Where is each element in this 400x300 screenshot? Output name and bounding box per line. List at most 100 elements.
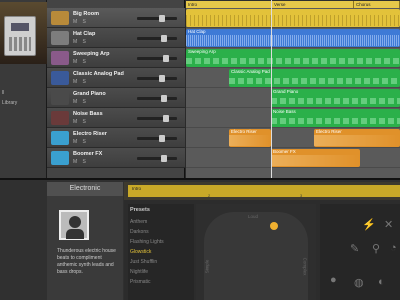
drum-machine-icon (4, 16, 36, 56)
track-header[interactable]: Hat Clap M S (47, 28, 185, 48)
volume-knob[interactable] (161, 155, 167, 162)
track-instrument-icon (51, 131, 69, 145)
lane-hat-clap: Hat Clap (186, 28, 400, 48)
mute-solo-buttons[interactable]: M S (73, 19, 88, 25)
arrangement-verse[interactable]: Verse (272, 1, 354, 8)
tambourine-icon[interactable]: ◔ (390, 242, 397, 254)
mute-solo-buttons[interactable]: M S (73, 119, 88, 125)
volume-slider[interactable] (137, 115, 177, 122)
presets-list: Presets Anthem Darkons Flashing Lights Glow… (128, 204, 194, 300)
track-instrument-icon (51, 71, 69, 85)
volume-knob[interactable] (161, 35, 167, 42)
arrangement-chorus[interactable]: Chorus (354, 1, 400, 8)
region-label: Boomer FX (273, 149, 296, 154)
arrangement-intro[interactable]: Intro (186, 1, 272, 8)
track-header[interactable]: Big Room M S (47, 8, 185, 28)
shaker-icon[interactable]: ✎ (350, 242, 359, 255)
volume-knob[interactable] (159, 15, 165, 22)
mute-solo-buttons[interactable]: M S (73, 79, 88, 85)
track-header[interactable]: Grand Piano M S (47, 88, 185, 108)
drummer-library-panel: Electronic Thunderous electric house bea… (47, 182, 123, 300)
preset-item[interactable]: Prismatic (128, 276, 194, 286)
playhead[interactable] (271, 0, 272, 178)
drummer-ruler: Intro 2 3 (124, 182, 400, 200)
track-instrument-icon (51, 31, 69, 45)
volume-slider[interactable] (137, 155, 177, 162)
maracas-icon[interactable]: ⚲ (372, 242, 380, 255)
library-strip: ll Library (0, 0, 47, 178)
drummer-thumbnail[interactable] (0, 2, 47, 64)
region-electro-riser-b[interactable]: Electro Riser (314, 129, 400, 147)
region-noise-bass[interactable]: Noise Bass (271, 109, 400, 127)
preset-item[interactable]: Darkons (128, 226, 194, 236)
track-name: Noise Bass (73, 111, 103, 117)
region-label: Noise Bass (273, 109, 296, 114)
drummer-region-label: Intro (132, 186, 142, 191)
volume-slider[interactable] (137, 55, 177, 62)
region-big-room[interactable] (186, 9, 400, 27)
region-label: Hat Clap (188, 29, 206, 34)
mute-solo-buttons[interactable]: M S (73, 39, 88, 45)
bar-marker: 2 (208, 193, 211, 198)
volume-knob[interactable] (163, 115, 169, 122)
track-name: Electro Riser (73, 131, 107, 137)
region-grand-piano[interactable]: Grand Piano (271, 89, 400, 107)
track-header[interactable]: Noise Bass M S (47, 108, 185, 128)
preset-item[interactable]: Anthem (128, 216, 194, 226)
track-name: Grand Piano (73, 91, 106, 97)
kick-drum-icon[interactable]: ● (330, 274, 337, 286)
complexity-loudness-pad[interactable]: Loud Simple Complex (196, 204, 316, 300)
mute-solo-buttons[interactable]: M S (73, 159, 88, 165)
volume-knob[interactable] (163, 55, 169, 62)
snare-drum-icon[interactable]: ◍ (354, 276, 364, 289)
lane-classic-analog-pad: Classic Analog Pad (186, 68, 400, 88)
preset-item[interactable]: Just Shufflin (128, 256, 194, 266)
xy-pad-puck[interactable] (270, 222, 278, 230)
region-label: Classic Analog Pad (231, 69, 270, 74)
lane-boomer-fx: Boomer FX (186, 148, 400, 168)
preset-item[interactable]: Glowstick (128, 246, 194, 256)
clap-x-icon[interactable]: ✕ (384, 218, 393, 231)
track-header[interactable]: Electro Riser M S (47, 128, 185, 148)
lane-grand-piano: Grand Piano (186, 88, 400, 108)
volume-knob[interactable] (161, 95, 167, 102)
pad-label-complex: Complex (302, 257, 308, 276)
volume-slider[interactable] (137, 75, 177, 82)
volume-slider[interactable] (137, 15, 177, 22)
region-electro-riser-a[interactable]: Electro Riser (229, 129, 271, 147)
strip-label: ll (2, 90, 5, 96)
track-header[interactable]: Classic Analog Pad M S (47, 68, 185, 88)
drummer-avatar (59, 210, 89, 240)
volume-slider[interactable] (137, 135, 177, 142)
mute-solo-buttons[interactable]: M S (73, 139, 88, 145)
preset-item[interactable]: Nightlife (128, 266, 194, 276)
track-header[interactable]: Boomer FX M S (47, 148, 185, 168)
arrangement-timeline[interactable]: Intro Verse Chorus Hat Clap Sweeping Arp… (186, 0, 400, 178)
region-classic-analog-pad[interactable]: Classic Analog Pad (229, 69, 400, 87)
region-label: Sweeping Arp (188, 49, 216, 54)
track-instrument-icon (51, 51, 69, 65)
region-sweeping-arp[interactable]: Sweeping Arp (186, 49, 400, 67)
library-header: Electronic (47, 182, 123, 196)
xy-pad-surface[interactable] (204, 212, 308, 300)
volume-knob[interactable] (159, 75, 165, 82)
track-instrument-icon (51, 151, 69, 165)
mute-solo-buttons[interactable]: M S (73, 99, 88, 105)
preset-item[interactable]: Flashing Lights (128, 236, 194, 246)
mute-solo-buttons[interactable]: M S (73, 59, 88, 65)
track-name: Hat Clap (73, 31, 96, 37)
arrangement-ruler[interactable]: Intro Verse Chorus (186, 0, 400, 8)
cymbal-icon[interactable]: ◐ (378, 276, 385, 288)
volume-slider[interactable] (137, 35, 177, 42)
volume-knob[interactable] (159, 135, 165, 142)
track-header[interactable]: Sweeping Arp M S (47, 48, 185, 68)
region-hat-clap[interactable]: Hat Clap (186, 29, 400, 47)
volume-slider[interactable] (137, 95, 177, 102)
track-headers: Big Room M S Hat Clap M S Sweeping Arp M S Cla… (47, 0, 185, 178)
pad-label-loud: Loud (248, 214, 259, 219)
region-boomer-fx[interactable]: Boomer FX (271, 149, 360, 167)
drum-kit-pieces: ⚡ ✕ ✎ ⚲ ◔ ● ◍ ◐ (320, 204, 400, 300)
percussion-lightning-icon[interactable]: ⚡ (362, 218, 376, 231)
drummer-editor: Intro 2 3 Presets Anthem Darkons Flashing … (124, 182, 400, 300)
drummer-region[interactable]: Intro 2 3 (128, 185, 400, 198)
